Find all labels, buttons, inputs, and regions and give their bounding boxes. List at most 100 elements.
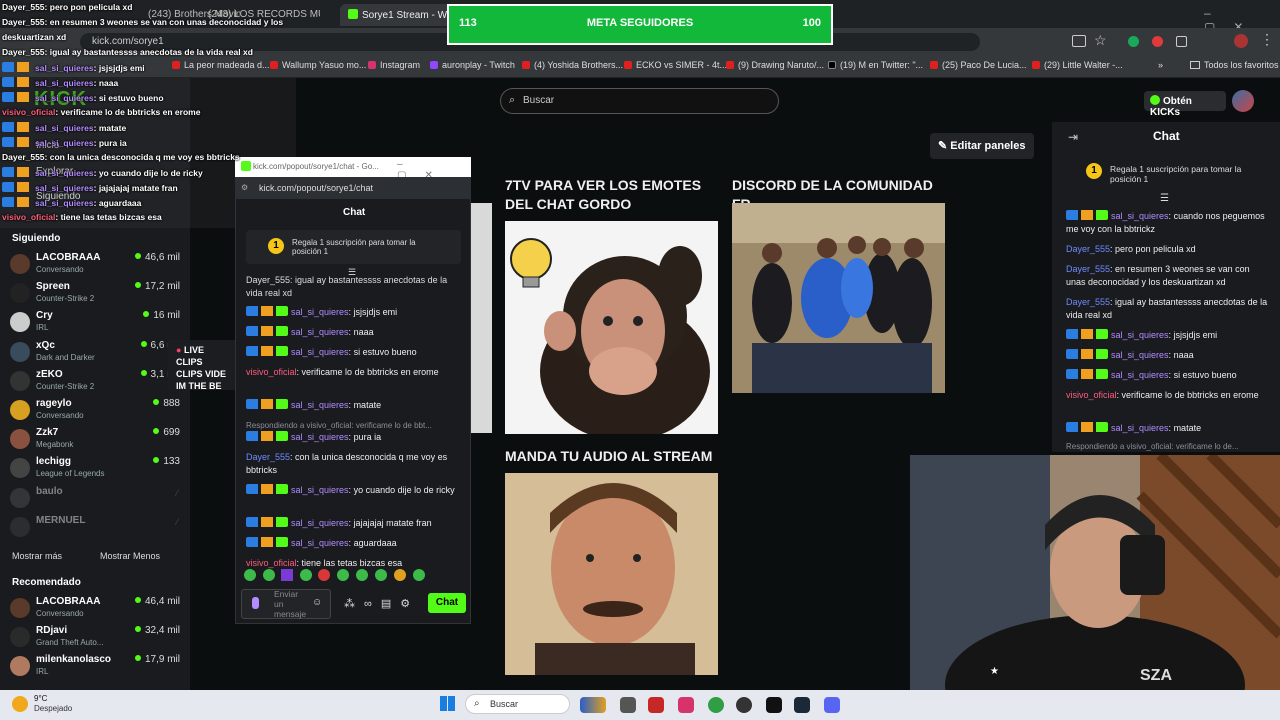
gift-sub-prompt[interactable]: Regala 1 suscripción para tomar la posic…	[1110, 164, 1250, 184]
avatar	[10, 283, 30, 304]
notification-off-icon[interactable]: ⁄	[176, 517, 178, 527]
emote-icons[interactable]	[242, 567, 427, 583]
chat-username[interactable]: sal_si_quieres	[291, 538, 349, 548]
kebab-menu-icon[interactable]: ⋮	[1260, 31, 1274, 48]
chrome-icon[interactable]	[708, 697, 724, 713]
windows-start-icon[interactable]	[440, 696, 455, 711]
chat-message: sal_si_quieres: matate	[246, 399, 458, 412]
chat-username[interactable]: sal_si_quieres	[1111, 423, 1169, 433]
chat-username[interactable]: Dayer_555	[246, 452, 290, 462]
bookmark[interactable]: auronplay - Twitch	[430, 60, 515, 70]
key-icon[interactable]	[1072, 35, 1086, 47]
puzzle-icon[interactable]	[1176, 36, 1187, 47]
tab-label: Sorye1 Stream - Watch Live	[362, 10, 460, 21]
chat-username[interactable]: sal_si_quieres	[291, 432, 349, 442]
extension-icon[interactable]	[1128, 36, 1139, 47]
app-icon[interactable]	[736, 697, 752, 713]
bookmark[interactable]: (4) Yoshida Brothers...	[522, 60, 623, 70]
app-icon[interactable]	[648, 697, 664, 713]
game-app-icon[interactable]	[580, 697, 606, 713]
sidebar-channel[interactable]: xQc Dark and Darker 6,6 mil	[10, 340, 180, 368]
edit-panels-button[interactable]: ✎ Editar paneles	[930, 133, 1034, 159]
user-avatar[interactable]	[1232, 90, 1254, 112]
bookmark[interactable]: La peor madeada d...	[172, 60, 270, 70]
chat-username[interactable]: sal_si_quieres	[291, 518, 349, 528]
chat-username[interactable]: sal_si_quieres	[291, 400, 349, 410]
chat-username[interactable]: sal_si_quieres	[1111, 370, 1169, 380]
discord-icon[interactable]	[824, 697, 840, 713]
chat-username[interactable]: Dayer_555	[1066, 264, 1110, 274]
popout-url[interactable]: kick.com/popout/sorye1/chat	[259, 183, 373, 193]
collapse-icon[interactable]: ⇥	[1068, 130, 1078, 144]
chat-username[interactable]: sal_si_quieres	[291, 307, 349, 317]
search-bar[interactable]: ⌕ Buscar	[500, 88, 779, 114]
sidebar-channel[interactable]: MERNUEL ⁄	[10, 515, 180, 543]
chat-username[interactable]: Dayer_555	[1066, 297, 1110, 307]
show-less-button[interactable]: Mostrar Menos	[100, 551, 160, 561]
browser-tab-active[interactable]: Sorye1 Stream - Watch Live	[340, 4, 460, 26]
sidebar-channel[interactable]: baulo ⁄	[10, 486, 180, 514]
sidebar-channel[interactable]: RDjavi Grand Theft Auto... 32,4 mil	[10, 625, 180, 653]
chat-message: sal_si_quieres: naaa	[1066, 349, 1271, 362]
message-input[interactable]: Enviar un mensaje ☺	[241, 589, 331, 619]
tune-icon: ⚙	[241, 183, 249, 192]
overlay-text: pero pon pelicula xd	[49, 2, 133, 12]
chat-tool-icons[interactable]: ⁂∞▤⚙	[344, 597, 419, 610]
instagram-icon[interactable]	[678, 697, 694, 713]
sidebar-channel[interactable]: rageylo Conversando 888	[10, 398, 180, 426]
chat-username[interactable]: sal_si_quieres	[291, 347, 349, 357]
all-bookmarks[interactable]: Todos los favoritos	[1190, 60, 1279, 70]
show-more-button[interactable]: Mostrar más	[12, 551, 62, 561]
send-chat-button[interactable]: Chat	[428, 593, 466, 613]
bookmark[interactable]: (25) Paco De Lucia...	[930, 60, 1027, 70]
chat-message: sal_si_quieres: matate	[1066, 422, 1271, 435]
weather-icon[interactable]	[12, 696, 28, 712]
chat-message: sal_si_quieres: cuando nos peguemos me v…	[1066, 210, 1265, 234]
overlay-username: sal_si_quieres	[35, 123, 94, 133]
overlay-username: Dayer_555	[2, 2, 45, 12]
bookmark[interactable]: Instagram	[368, 60, 420, 70]
sidebar-channel[interactable]: LACOBRAAA Conversando 46,4 mil	[10, 596, 180, 624]
user-badges-icon	[2, 62, 32, 72]
notification-off-icon[interactable]: ⁄	[176, 488, 178, 498]
steam-icon[interactable]	[794, 697, 810, 713]
bookmark[interactable]: Wallump Yasuo mo...	[270, 60, 366, 70]
taskbar-search[interactable]: ⌕ Buscar	[465, 694, 570, 714]
chat-message: Dayer_555: en resumen 3 weones se van co…	[1066, 264, 1250, 287]
chimp-panel-image[interactable]	[505, 221, 718, 434]
discord-panel-image[interactable]	[732, 203, 945, 393]
star-icon[interactable]: ☆	[1094, 32, 1107, 49]
overlay-text: pura ia	[98, 138, 127, 148]
sidebar-channel[interactable]: Cry IRL 16 mil	[10, 310, 180, 338]
get-kicks-button[interactable]: Obtén KICKs	[1144, 91, 1226, 118]
chat-username[interactable]: Dayer_555	[1066, 244, 1110, 254]
profile-avatar[interactable]	[1234, 34, 1248, 48]
file-explorer-icon[interactable]	[620, 697, 636, 713]
extension-icon[interactable]	[1152, 36, 1163, 47]
pinned-icon[interactable]: ☰	[1160, 193, 1169, 204]
sidebar-channel[interactable]: zEKO Counter-Strike 2 3,1 mil	[10, 369, 180, 397]
sidebar-channel[interactable]: milenkanolasco IRL 17,9 mil	[10, 654, 180, 682]
chat-username[interactable]: sal_si_quieres	[1111, 350, 1169, 360]
tiktok-icon[interactable]	[766, 697, 782, 713]
chat-username[interactable]: sal_si_quieres	[1111, 330, 1169, 340]
overlay-text: igual ay bastantessss anecdotas de la vi…	[49, 47, 253, 57]
sidebar-channel[interactable]: Zzk7 Megabonk 699	[10, 427, 180, 455]
chevron-right-icon[interactable]: »	[1158, 60, 1163, 70]
sidebar-channel[interactable]: Spreen Counter-Strike 2 17,2 mil	[10, 281, 180, 309]
bookmark[interactable]: (29) Little Walter -...	[1032, 60, 1123, 70]
avatar	[10, 458, 30, 479]
sidebar-channel[interactable]: lechigg League of Legends 133	[10, 456, 180, 484]
popout-gift-banner[interactable]: 1 Regala 1 suscripción para tomar la pos…	[246, 230, 461, 264]
chat-username[interactable]: sal_si_quieres	[291, 327, 349, 337]
chat-text: si estuvo bueno	[353, 347, 417, 357]
audio-panel-image[interactable]	[505, 473, 718, 675]
chat-username[interactable]: visivo_oficial	[1066, 390, 1117, 400]
chat-username[interactable]: sal_si_quieres	[1111, 211, 1169, 221]
chat-username[interactable]: sal_si_quieres	[291, 485, 349, 495]
chat-username[interactable]: visivo_oficial	[246, 367, 297, 377]
bookmark[interactable]: (19) M en Twitter: "...	[828, 60, 923, 70]
bookmark[interactable]: ECKO vs SIMER - 4t...	[624, 60, 727, 70]
sidebar-channel[interactable]: LACOBRAAA Conversando 46,6 mil	[10, 252, 180, 280]
bookmark[interactable]: (9) Drawing Naruto/...	[726, 60, 824, 70]
